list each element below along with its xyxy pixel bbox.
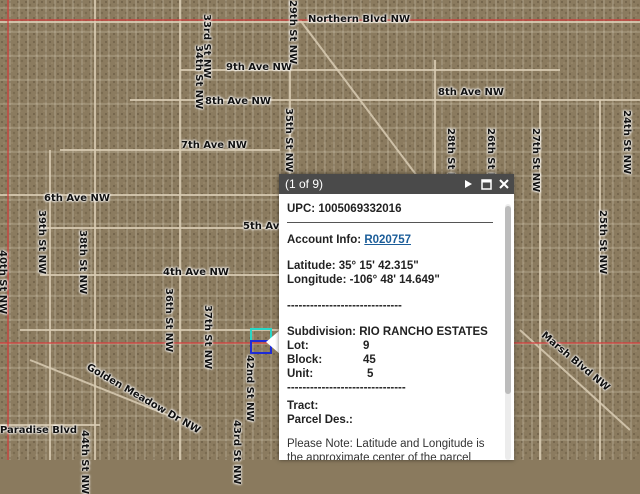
close-icon[interactable]: [498, 178, 510, 190]
popup-pointer: [266, 330, 280, 354]
scrollbar-thumb[interactable]: [505, 206, 511, 394]
street-34th-st: 34th St NW: [193, 45, 204, 110]
street-8th-ave-left: 8th Ave NW: [205, 96, 271, 107]
subdivision-value: RIO RANCHO ESTATES: [359, 326, 488, 338]
street-7th-ave: 7th Ave NW: [181, 140, 247, 151]
popup-header: (1 of 9): [279, 174, 514, 194]
street-27th-st: 27th St NW: [530, 128, 541, 193]
subdivision-row: Subdivision: RIO RANCHO ESTATES: [287, 325, 506, 339]
longitude-value: -106° 48' 14.649": [349, 274, 440, 286]
street-9th-ave: 9th Ave NW: [226, 62, 292, 73]
street-37th-st: 37th St NW: [202, 305, 213, 370]
popup-body: UPC: 1005069332016 Account Info: R020757…: [279, 194, 514, 460]
unit-row: Unit: 5: [287, 367, 506, 381]
latitude-value: 35° 15' 42.315": [338, 260, 419, 272]
block-label: Block:: [287, 354, 323, 366]
street-4th-ave: 4th Ave NW: [163, 267, 229, 278]
account-link[interactable]: R020757: [364, 234, 411, 246]
unit-value: 5: [367, 368, 374, 380]
upc-value: 1005069332016: [318, 203, 402, 215]
street-38th-st: 38th St NW: [77, 230, 88, 295]
tract-label: Tract:: [287, 400, 319, 412]
location-note: Please Note: Latitude and Longitude is t…: [287, 438, 485, 460]
next-result-icon[interactable]: [462, 178, 474, 190]
subdivision-label: Subdivision:: [287, 326, 356, 338]
street-paradise-blvd: Paradise Blvd: [0, 425, 78, 436]
lot-value: 9: [363, 340, 370, 352]
block-value: 45: [363, 354, 376, 366]
lot-label: Lot:: [287, 340, 309, 352]
account-row: Account Info: R020757: [287, 233, 506, 247]
upc-row: UPC: 1005069332016: [287, 202, 506, 216]
street-29th-st: 29th St NW: [287, 0, 298, 65]
street-35th-st: 35th St NW: [283, 108, 294, 173]
street-44th-st: 44th St NW: [79, 430, 90, 494]
street-25th-st: 25th St NW: [597, 210, 608, 275]
longitude-row: Longitude: -106° 48' 14.649": [287, 273, 506, 287]
block-row: Block: 45: [287, 353, 506, 367]
street-24th-st: 24th St NW: [621, 110, 632, 175]
parcel-info-popup: (1 of 9) UPC: 1005069332016 Account Info…: [279, 174, 514, 460]
street-42nd-st: 42nd St NW: [244, 355, 255, 422]
unit-label: Unit:: [287, 368, 314, 380]
latitude-label: Latitude:: [287, 260, 336, 272]
street-6th-ave: 6th Ave NW: [44, 193, 110, 204]
separator-line-2: -------------------------------: [287, 382, 406, 394]
parcel-des-label: Parcel Des.:: [287, 414, 353, 426]
upc-label: UPC:: [287, 203, 316, 215]
street-36th-st: 36th St NW: [163, 288, 174, 353]
street-northern-blvd: Northern Blvd NW: [308, 14, 410, 25]
longitude-label: Longitude:: [287, 274, 347, 286]
result-counter: (1 of 9): [285, 177, 324, 191]
latitude-row: Latitude: 35° 15' 42.315": [287, 259, 506, 273]
maximize-icon[interactable]: [480, 178, 492, 190]
street-8th-ave-right: 8th Ave NW: [438, 87, 504, 98]
street-40th-st: 40th St NW: [0, 250, 8, 315]
lot-row: Lot: 9: [287, 339, 506, 353]
street-39th-st: 39th St NW: [36, 210, 47, 275]
separator-line: ------------------------------: [287, 300, 402, 312]
divider: [287, 222, 493, 223]
account-label: Account Info:: [287, 234, 362, 246]
street-43rd-st: 43rd St NW: [231, 420, 242, 485]
